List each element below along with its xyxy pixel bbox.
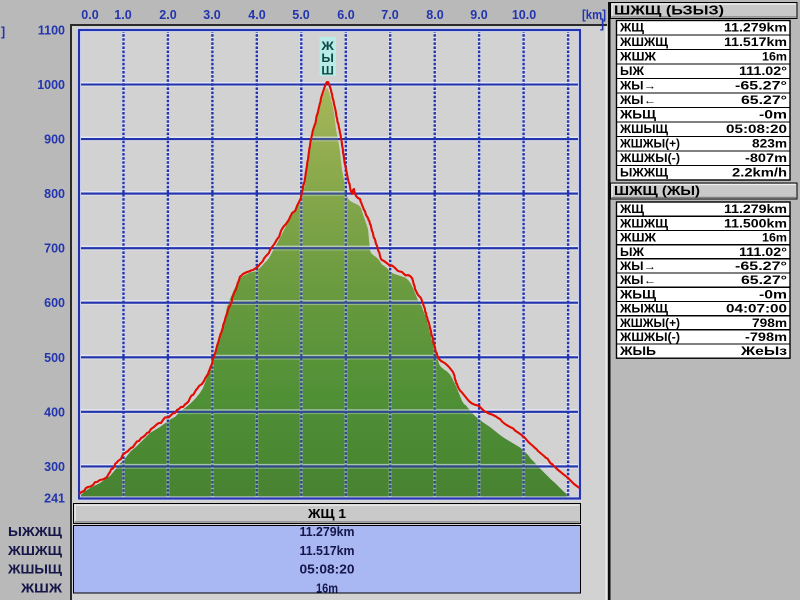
svg-text:ЖШЖЫ(+): ЖШЖЫ(+)	[619, 318, 680, 330]
svg-text:ЖЬЩ: ЖЬЩ	[619, 289, 657, 301]
svg-text:ЖЫ←: ЖЫ←	[619, 95, 656, 107]
svg-text:]: ]	[1, 25, 5, 39]
svg-text:900: 900	[44, 133, 65, 147]
svg-text:ЖШЖ: ЖШЖ	[619, 233, 657, 245]
svg-text:ЖеЫз: ЖеЫз	[740, 346, 788, 358]
svg-text:04:07:00: 04:07:00	[726, 304, 787, 316]
svg-text:65.27°: 65.27°	[741, 275, 788, 287]
svg-text:ЖШЖЫ(+): ЖШЖЫ(+)	[619, 139, 680, 151]
svg-text:ЖЫ→: ЖЫ→	[619, 261, 656, 273]
svg-text:11.279km: 11.279km	[724, 23, 787, 35]
svg-text:11.279km: 11.279km	[724, 204, 787, 216]
svg-text:16m: 16m	[762, 233, 787, 245]
svg-text:0.0: 0.0	[81, 8, 98, 22]
svg-text:4.0: 4.0	[248, 8, 265, 22]
svg-text:ЖШЖ: ЖШЖ	[619, 52, 657, 64]
svg-text:ЖШЖЫ(-): ЖШЖЫ(-)	[619, 332, 680, 344]
svg-text:ЖЩ 1: ЖЩ 1	[307, 507, 346, 521]
svg-text:ЖШЖЩ: ЖШЖЩ	[619, 218, 668, 230]
svg-text:ЖЫЬ: ЖЫЬ	[619, 346, 656, 358]
svg-text:ЖШЖЫ(-): ЖШЖЫ(-)	[619, 153, 680, 165]
svg-text:7.0: 7.0	[381, 8, 398, 22]
svg-text:798m: 798m	[752, 318, 787, 330]
svg-text:300: 300	[44, 460, 65, 474]
svg-text:1.0: 1.0	[114, 8, 131, 22]
svg-text:65.27°: 65.27°	[741, 95, 788, 107]
svg-text:2.0: 2.0	[159, 8, 176, 22]
svg-text:-65.27°: -65.27°	[735, 261, 788, 273]
svg-text:ШЖЩ (ЖЫ): ШЖЩ (ЖЫ)	[614, 184, 700, 198]
svg-text:400: 400	[44, 405, 65, 419]
svg-text:9.0: 9.0	[470, 8, 487, 22]
svg-text:Ш: Ш	[321, 64, 334, 78]
svg-text:16m: 16m	[762, 52, 787, 64]
svg-text:11.279km: 11.279km	[300, 524, 355, 539]
svg-text:8.0: 8.0	[426, 8, 443, 22]
svg-text:ЫЖЖЩ: ЫЖЖЩ	[620, 168, 668, 180]
svg-text:-0m: -0m	[759, 289, 787, 301]
svg-text:ЖШЫЩ: ЖШЫЩ	[7, 562, 63, 577]
svg-text:16m: 16m	[316, 581, 338, 596]
svg-text:111.02°: 111.02°	[739, 66, 787, 78]
svg-text:ЖЩ: ЖЩ	[619, 204, 644, 216]
svg-text:1100: 1100	[38, 24, 65, 38]
svg-text:11.517km: 11.517km	[300, 543, 355, 558]
svg-text:ЫЖ: ЫЖ	[620, 247, 645, 259]
svg-text:700: 700	[44, 242, 65, 256]
svg-text:ЖШЖ: ЖШЖ	[20, 581, 62, 596]
svg-text:ЫЖЖЩ: ЫЖЖЩ	[8, 524, 63, 539]
svg-text:800: 800	[44, 187, 65, 201]
svg-text:ЖШЫЩ: ЖШЫЩ	[619, 124, 668, 136]
svg-text:ЖЫ→: ЖЫ→	[619, 81, 656, 93]
svg-text:2.2km/h: 2.2km/h	[732, 168, 787, 180]
svg-text:111.02°: 111.02°	[739, 247, 787, 259]
svg-text:ЖШЖЩ: ЖШЖЩ	[7, 543, 63, 558]
svg-text:10.0: 10.0	[512, 8, 536, 22]
svg-text:-807m: -807m	[745, 153, 787, 165]
svg-text:6.0: 6.0	[337, 8, 354, 22]
svg-text:600: 600	[44, 296, 65, 310]
svg-text:1000: 1000	[37, 78, 65, 92]
svg-text:ЫЖ: ЫЖ	[620, 66, 645, 78]
svg-text:500: 500	[44, 351, 65, 365]
svg-text:823m: 823m	[752, 139, 787, 151]
svg-text:ЖЫ←: ЖЫ←	[619, 275, 656, 287]
svg-text:ЖШЖЩ: ЖШЖЩ	[619, 37, 668, 49]
svg-text:ШЖЩ (ЬЗЫЗ): ШЖЩ (ЬЗЫЗ)	[614, 4, 724, 18]
svg-text:]: ]	[600, 17, 604, 31]
svg-text:11.517km: 11.517km	[724, 37, 787, 49]
svg-text:-0m: -0m	[759, 110, 787, 122]
svg-text:241: 241	[44, 492, 65, 506]
svg-text:05:08:20: 05:08:20	[300, 562, 355, 577]
svg-text:ЖЬЩ: ЖЬЩ	[619, 110, 657, 122]
svg-text:ЖЫЖЩ: ЖЫЖЩ	[619, 304, 668, 316]
svg-text:05:08:20: 05:08:20	[726, 124, 787, 136]
svg-text:-798m: -798m	[745, 332, 787, 344]
svg-text:5.0: 5.0	[292, 8, 309, 22]
svg-text:3.0: 3.0	[203, 8, 220, 22]
svg-text:-65.27°: -65.27°	[735, 81, 788, 93]
svg-text:11.500km: 11.500km	[724, 218, 787, 230]
svg-text:ЖЩ: ЖЩ	[619, 23, 644, 35]
